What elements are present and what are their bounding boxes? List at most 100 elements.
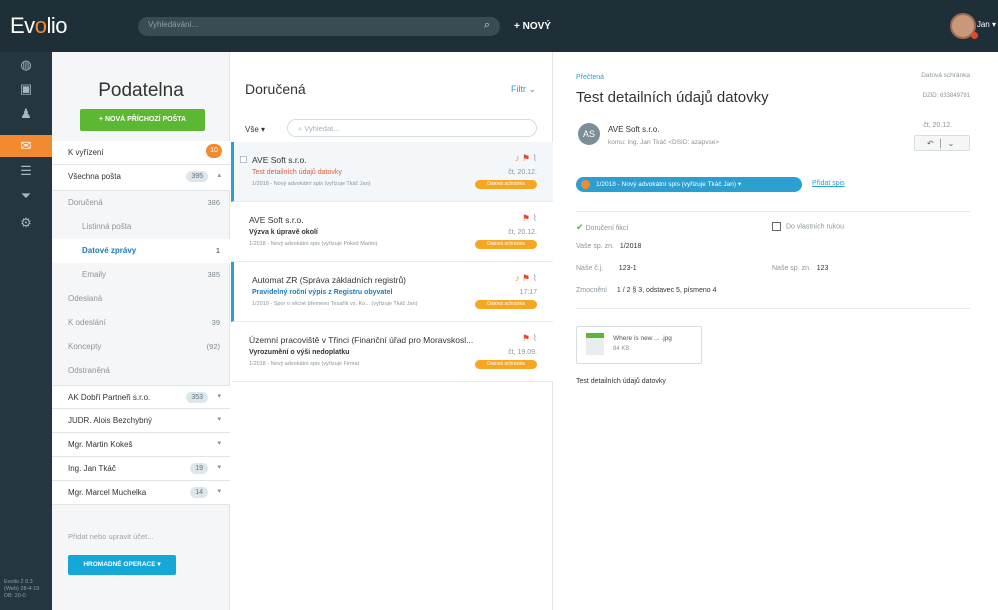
new-button[interactable]: + NOVÝ [514, 17, 551, 36]
sidebar-item-k-odeslani[interactable]: K odeslání 39 [52, 311, 230, 335]
notification-dot [971, 32, 978, 39]
count-badge: 10 [206, 144, 222, 158]
message-sender: AVE Soft s.r.o. [252, 155, 307, 165]
read-status-label: Přečtená [576, 74, 605, 81]
message-icons: ♪ ⚑ ⌇ [515, 153, 537, 164]
message-checkbox[interactable] [240, 156, 247, 163]
attachment-card[interactable]: Where is new ... .jpg 84 KB [576, 326, 702, 364]
flag-icon[interactable]: ⚑ [522, 153, 530, 163]
bell-icon [581, 180, 590, 189]
message-date: čt, 19.09. [508, 349, 537, 356]
paperclip-icon: ⌇ [532, 273, 537, 283]
sidebar-item-k-vyrizeni[interactable]: K vyřízení 10 [52, 141, 230, 165]
select-all-dropdown[interactable]: Vše ▾ [245, 125, 265, 134]
reply-icon[interactable]: ↶ [927, 139, 934, 148]
sidebar-account-ak-dobri-partneri[interactable]: AK Dobří Partneři s.r.o. 353 ▾ [52, 385, 230, 409]
message-row[interactable]: Automat ZR (Správa základních registrů) … [231, 262, 553, 322]
sidebar-title: Podatelna [98, 80, 184, 101]
filter-icon[interactable]: ⏷ [0, 185, 52, 207]
checkbox-icon[interactable] [772, 222, 781, 231]
chevron-up-icon[interactable]: ▴ [217, 171, 221, 179]
message-subject: Výzva k úpravě okolí [249, 229, 318, 236]
sidebar-item-listinna-posta[interactable]: Listinná pošta [52, 215, 230, 239]
sender-name[interactable]: AVE Soft s.r.o. [608, 125, 659, 134]
case-badge[interactable]: 1/2018 - Nový advokátní spis (vyřizuje T… [576, 177, 802, 192]
sidebar-account-ing-tkac[interactable]: Ing. Jan Tkáč 19 ▾ [52, 457, 230, 481]
message-subject: Pravidelný roční výpis z Registru obyvat… [252, 289, 393, 296]
check-icon: ✔ [576, 222, 584, 232]
message-sender: Automat ZR (Správa základních registrů) [252, 275, 407, 285]
briefcase-icon[interactable]: ▣ [0, 78, 52, 100]
message-row[interactable]: AVE Soft s.r.o. Výzva k úpravě okolí 1/2… [231, 202, 553, 262]
version-info: Evolio 2 0.3 (Web) 28-4-19 DB: 20-0 [4, 579, 40, 599]
flag-icon[interactable]: ⚑ [522, 273, 530, 283]
message-row[interactable]: Územní pracoviště v Třinci (Finanční úřa… [231, 322, 553, 382]
count-pill: 19 [190, 463, 208, 474]
count-pill: 395 [186, 171, 208, 182]
user-menu[interactable]: Jan ▾ [977, 20, 996, 29]
sidebar-item-dorucena[interactable]: Doručená 386 [52, 191, 230, 215]
count-pill: 14 [190, 487, 208, 498]
sidebar-item-odstranena[interactable]: Odstraněná [52, 359, 230, 383]
message-icons: ⚑ ⌇ [522, 213, 537, 224]
add-case-link[interactable]: Přidat spis [812, 180, 845, 187]
message-sender: AVE Soft s.r.o. [249, 215, 304, 225]
evolio-logo[interactable]: Evolio [10, 10, 67, 42]
search-icon[interactable]: ⌕ [484, 19, 490, 32]
delivered-fiction: ✔ Doručení fikcí [576, 222, 629, 232]
flag-icon[interactable]: ⚑ [522, 213, 530, 223]
divider [576, 308, 970, 309]
sidebar-account-judr-bezchybny[interactable]: JUDR. Alois Bezchybný ▾ [52, 409, 230, 433]
globe-icon[interactable]: ◍ [0, 54, 52, 76]
message-detail-panel: Přečtená Test detailních údajů datovky D… [554, 52, 998, 610]
our-no-row: Naše č.j. 123-1 [576, 265, 637, 272]
filter-button[interactable]: Filtr ⌄ [511, 84, 536, 95]
chevron-down-icon[interactable]: ▾ [217, 463, 221, 471]
global-search-input[interactable]: Vyhledávání... ⌕ [138, 17, 500, 36]
message-meta: 1/2019 - Spor o věcné břemeno Tesařík vs… [252, 301, 418, 307]
add-account-link[interactable]: Přidat nebo upravit účet... [68, 532, 153, 541]
sidebar-item-odeslana[interactable]: Odeslaná [52, 287, 230, 311]
sidebar-account-mgr-kokes[interactable]: Mgr. Martin Kokeš ▾ [52, 433, 230, 457]
message-meta: 1/2018 - Nový advokátní spis (vyřizuje P… [249, 241, 378, 247]
chevron-down-icon[interactable]: ⌄ [948, 139, 955, 148]
sidebar-account-mgr-muchelka[interactable]: Mgr. Marcel Muchelka 14 ▾ [52, 481, 230, 505]
gear-icon[interactable]: ⚙ [0, 212, 52, 234]
sidebar-item-emaily[interactable]: Emaily 385 [52, 263, 230, 287]
list-search-placeholder: ⌕ Vyhledat... [298, 124, 340, 133]
inbox-icon[interactable]: ✉ [0, 135, 52, 157]
flag-icon[interactable]: ⚑ [522, 333, 530, 343]
message-meta: 1/2018 - Nový advokátní spis (vyřizuje F… [249, 361, 360, 367]
message-row[interactable]: AVE Soft s.r.o. Test detailních údajů da… [231, 142, 553, 202]
message-icons: ⚑ ⌇ [522, 333, 537, 344]
divider [576, 211, 970, 212]
message-id: DZID: 633849791 [922, 93, 970, 99]
chevron-down-icon[interactable]: ▾ [217, 392, 221, 400]
message-date: 17:17 [519, 289, 537, 296]
chevron-down-icon[interactable]: ▾ [217, 487, 221, 495]
attachment-name: Where is new ... .jpg [613, 335, 672, 342]
your-ref-row: Vaše sp. zn. 1/2018 [576, 243, 642, 250]
bulk-operations-button[interactable]: HROMADNÉ OPERACE ▾ [68, 555, 176, 575]
user-icon[interactable]: ♟ [0, 103, 52, 125]
sidebar-item-koncepty[interactable]: Koncepty (92) [52, 335, 230, 359]
list-icon[interactable]: ☰ [0, 160, 52, 182]
mailbox-type: Datová schránka [921, 72, 970, 79]
message-date: čt, 20.12. [508, 169, 537, 176]
message-subject: Test detailních údajů datovky [252, 169, 342, 176]
list-search-input[interactable]: ⌕ Vyhledat... [287, 119, 537, 137]
datova-schranka-tag: Datová schránka [475, 300, 537, 309]
message-body: Test detailních údajů datovky [576, 378, 666, 385]
own-hands-checkbox[interactable]: Do vlastních rukou [772, 222, 844, 231]
datova-schranka-tag: Datová schránka [475, 240, 537, 249]
sidebar-item-vsechna-posta[interactable]: Všechna pošta 395 ▴ [52, 165, 230, 191]
bell-icon: ♪ [514, 273, 520, 283]
message-sender: Územní pracoviště v Třinci (Finanční úřa… [249, 335, 474, 345]
chevron-down-icon[interactable]: ▾ [217, 415, 221, 423]
mail-sidebar: Podatelna + NOVÁ PŘÍCHOZÍ POŠTA K vyříze… [52, 52, 230, 610]
datova-schranka-tag: Datová schránka [475, 180, 537, 189]
sidebar-item-datove-zpravy[interactable]: Datové zprávy 1 [52, 239, 230, 263]
reply-button[interactable]: ↶ │ ⌄ [914, 135, 970, 151]
chevron-down-icon[interactable]: ▾ [217, 439, 221, 447]
new-incoming-mail-button[interactable]: + NOVÁ PŘÍCHOZÍ POŠTA [80, 109, 205, 131]
